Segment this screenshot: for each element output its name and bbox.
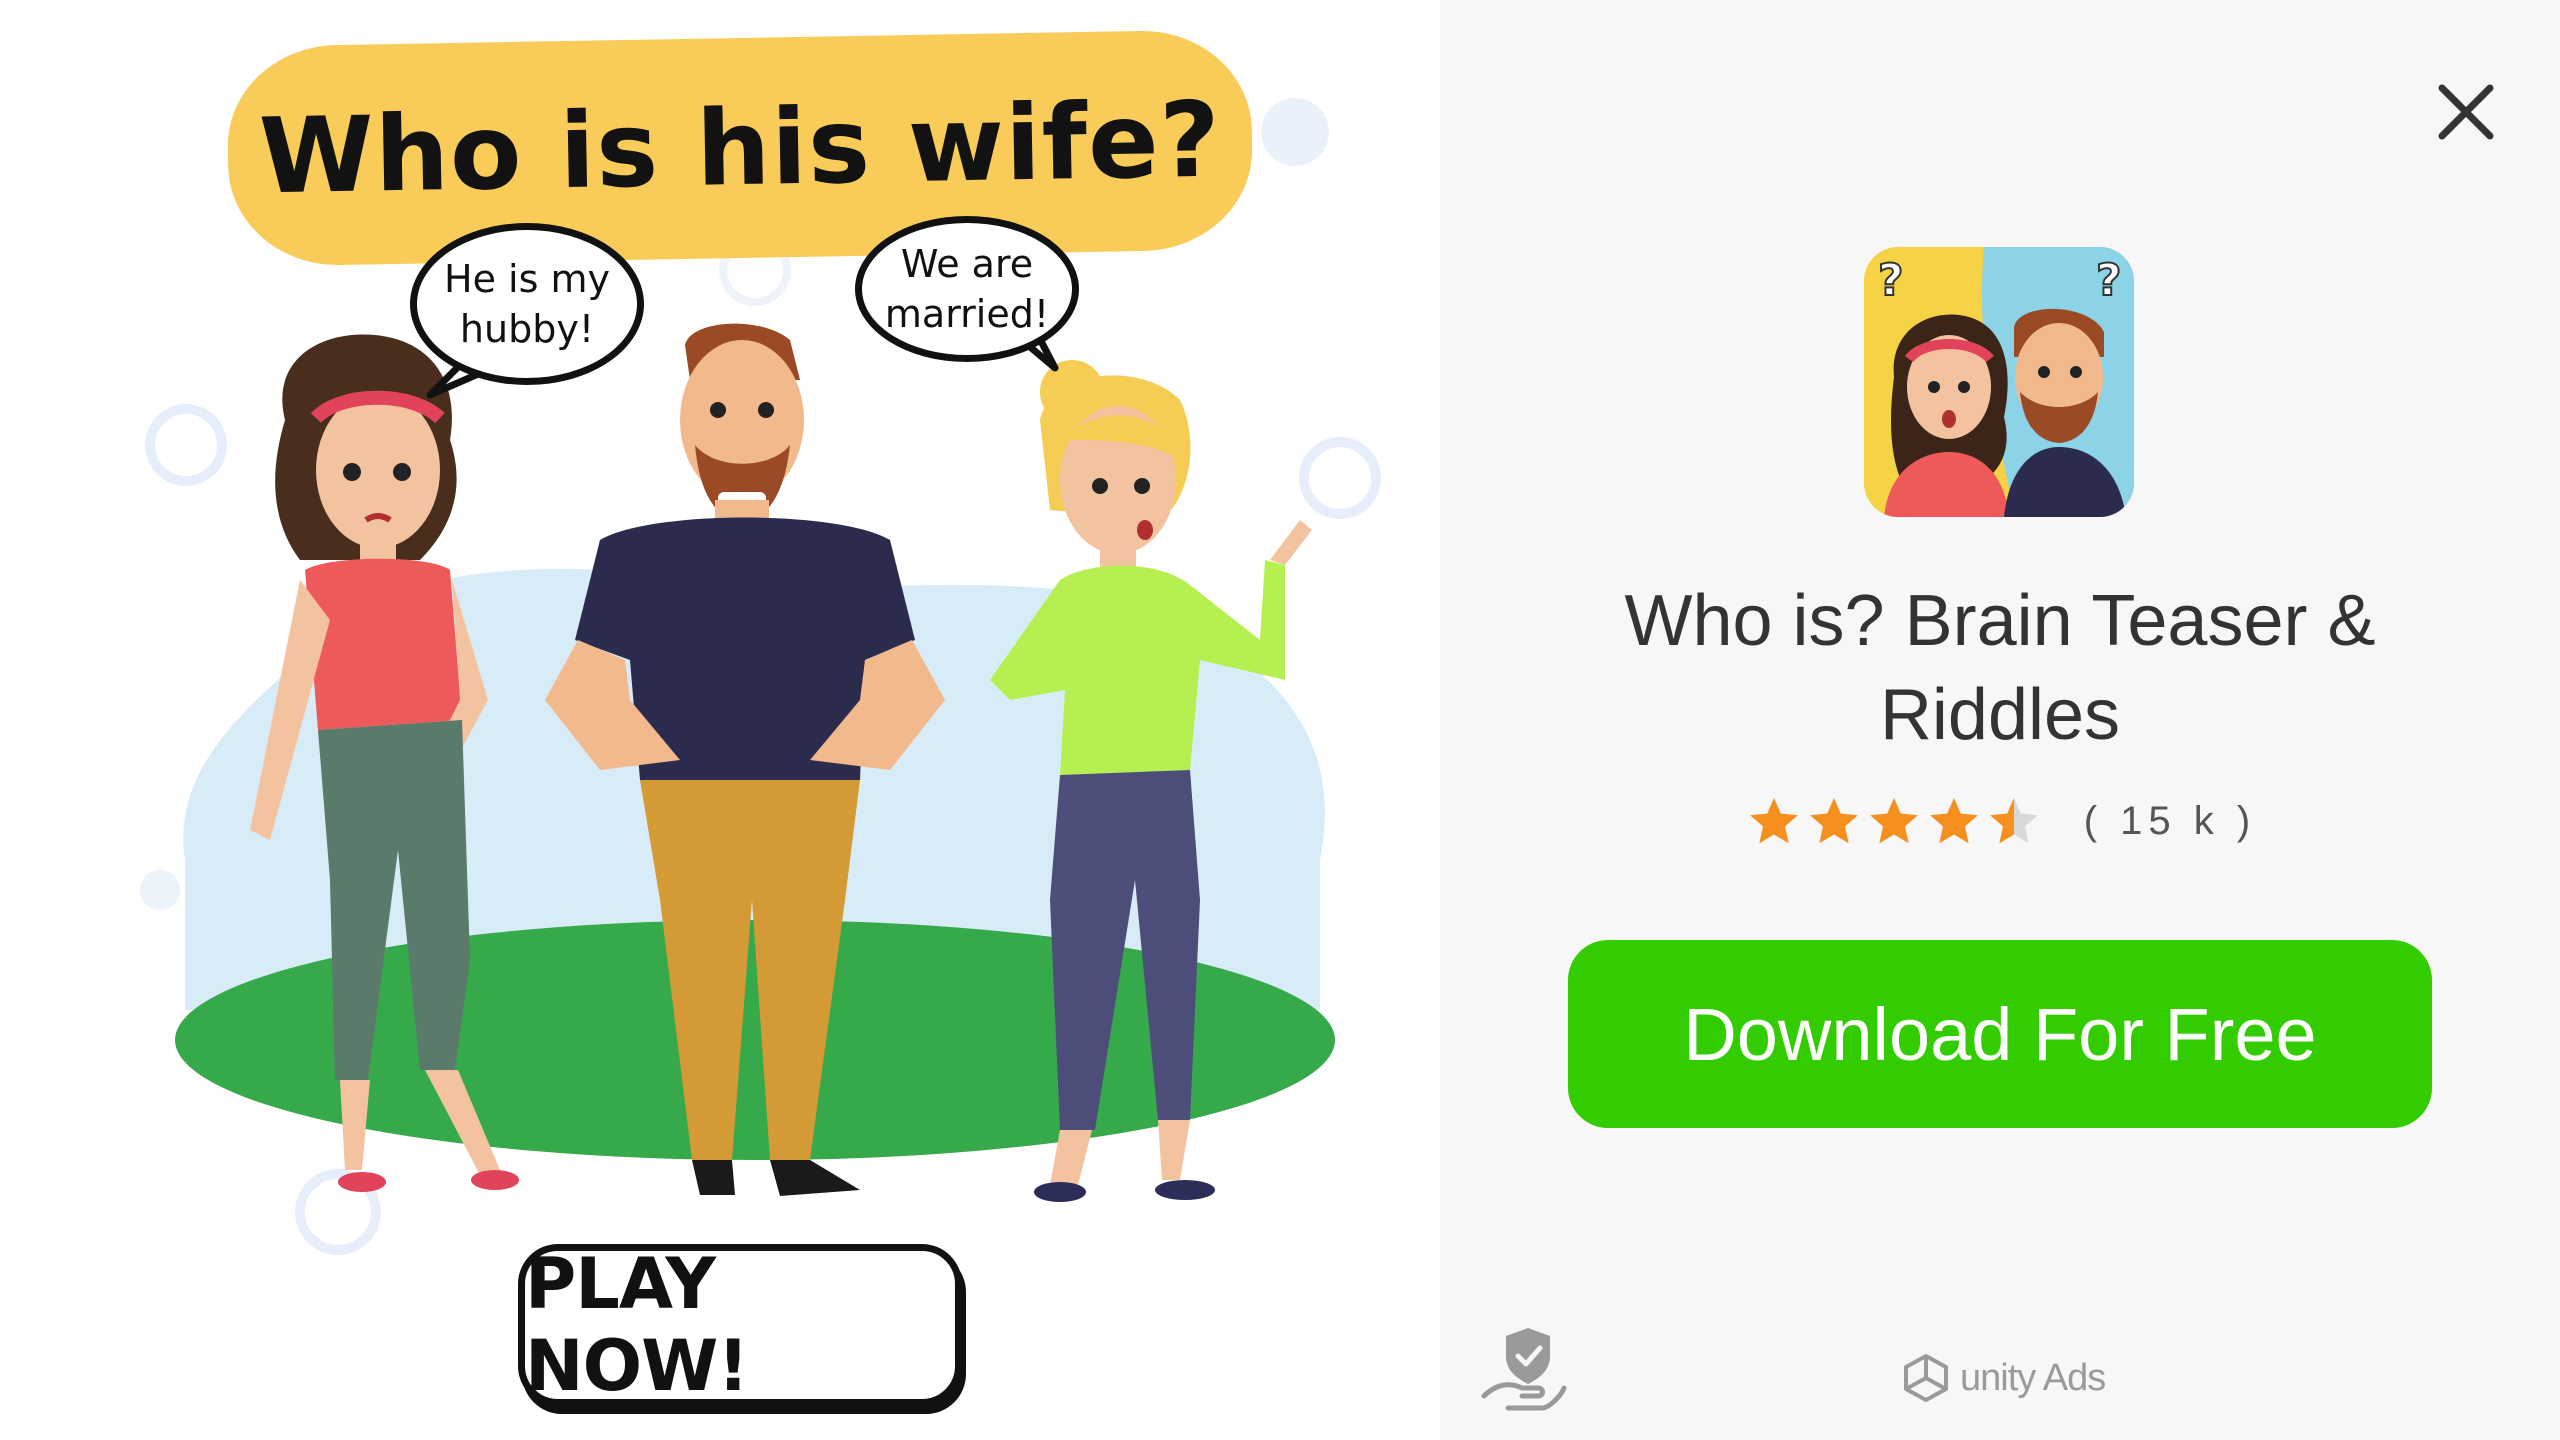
star-rating bbox=[1744, 795, 2044, 847]
star-full-icon bbox=[1929, 798, 1978, 844]
unity-ads-label: unity Ads bbox=[1960, 1356, 2106, 1399]
rating-row: ( 15 k ) bbox=[1740, 786, 2260, 856]
app-icon-artwork: ? ? bbox=[1864, 247, 2134, 517]
speech-right-line-2: married! bbox=[884, 292, 1050, 336]
creative-headline: Who is his wife? bbox=[258, 78, 1222, 218]
play-now-button[interactable]: PLAY NOW! bbox=[518, 1243, 962, 1407]
close-button[interactable] bbox=[2418, 64, 2514, 160]
unity-logo-icon bbox=[1904, 1354, 1948, 1402]
headline-bubble: Who is his wife? bbox=[226, 29, 1254, 267]
app-title: Who is? Brain Teaser & Riddles bbox=[1560, 574, 2440, 762]
star-half-icon bbox=[1989, 798, 2038, 844]
star-full-icon bbox=[1809, 798, 1858, 844]
speech-bubble-left: He is my hubby! bbox=[410, 223, 644, 385]
speech-right-line-1: We are bbox=[900, 242, 1034, 286]
ad-creative[interactable]: Who is his wife? He is my hubby! We are … bbox=[0, 0, 1440, 1440]
end-card-panel: ? ? Who is? Brain Teaser & Riddles ( 15 … bbox=[1440, 0, 2560, 1440]
star-full-icon bbox=[1869, 798, 1918, 844]
app-title-line-2: Riddles bbox=[1879, 675, 2121, 755]
app-icon[interactable]: ? ? bbox=[1864, 247, 2134, 517]
close-icon bbox=[2438, 84, 2494, 140]
speech-bubble-right: We are married! bbox=[855, 216, 1079, 362]
unity-ads-logo: unity Ads bbox=[1900, 1350, 2106, 1406]
privacy-hand-shield-icon bbox=[1481, 1328, 1567, 1411]
svg-text:?: ? bbox=[1878, 255, 1904, 306]
rating-count: ( 15 k ) bbox=[2083, 798, 2257, 843]
speech-left-line-1: He is my bbox=[444, 257, 610, 301]
svg-text:?: ? bbox=[2096, 255, 2122, 306]
speech-left-line-2: hubby! bbox=[459, 307, 595, 351]
app-title-line-1: Who is? Brain Teaser & bbox=[1624, 581, 2376, 661]
download-button[interactable]: Download For Free bbox=[1568, 940, 2432, 1128]
star-full-icon bbox=[1749, 798, 1798, 844]
privacy-button[interactable] bbox=[1478, 1322, 1570, 1414]
